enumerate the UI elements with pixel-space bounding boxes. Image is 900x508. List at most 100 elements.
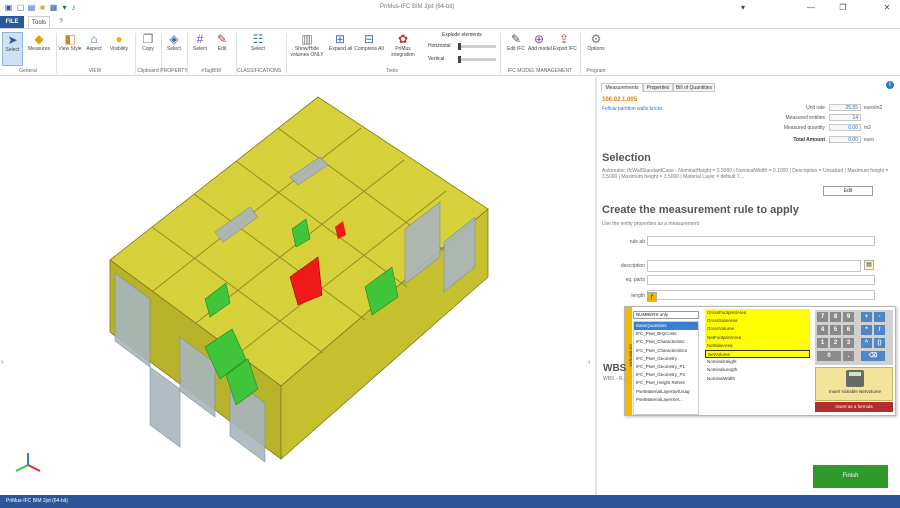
select-button[interactable]: ➤ Select: [2, 32, 23, 66]
add-model-button[interactable]: ⊕ Add model: [528, 32, 552, 66]
tab-help[interactable]: ?: [56, 16, 66, 28]
edit-selection-button[interactable]: Edit: [823, 186, 873, 196]
explode-horizontal-handle[interactable]: [458, 43, 461, 50]
expand-all-button[interactable]: ⊞ Expand all: [329, 32, 352, 66]
key-2[interactable]: 2: [830, 338, 841, 348]
tagbim-edit-button[interactable]: ✎ Edit: [212, 32, 232, 66]
close-button[interactable]: ✕: [880, 2, 894, 14]
model-viewport[interactable]: › ‹: [0, 77, 594, 495]
property-item[interactable]: NetSideArea: [705, 341, 810, 350]
category-item[interactable]: IFC_Pset_Characteristic: [634, 338, 698, 346]
options-button[interactable]: ⚙ Options: [584, 32, 608, 66]
category-item[interactable]: IFC_Pset_BIQCosts: [634, 330, 698, 338]
key-decimal[interactable]: .: [843, 351, 854, 361]
minimize-button[interactable]: —: [804, 2, 818, 14]
formula-edit-icon[interactable]: ƒ: [647, 292, 657, 302]
export-ifc-button[interactable]: ⇪ Export IFC: [553, 32, 577, 66]
classification-icon: ☷: [252, 32, 264, 46]
showhide-volumes-button[interactable]: ▥ Show/Hide volumes ONLY: [288, 32, 326, 66]
tab-file[interactable]: FILE: [0, 16, 24, 28]
key-multiply[interactable]: *: [861, 325, 872, 335]
compress-all-button[interactable]: ⊟ Compress All: [354, 32, 384, 66]
key-4[interactable]: 4: [817, 325, 828, 335]
item-code: 106.02.1.005: [602, 97, 638, 103]
save-icon[interactable]: ▦: [49, 3, 58, 12]
property-select-button[interactable]: ◈ Select: [164, 32, 184, 66]
category-item[interactable]: PsetMaterialLayerSet...: [634, 396, 698, 404]
description-field[interactable]: [647, 260, 861, 272]
right-panel-toggle-icon[interactable]: ‹: [588, 359, 590, 366]
primus-integration-button[interactable]: ✿ PriMus integration: [387, 32, 419, 66]
property-item[interactable]: GrossSideArea: [705, 317, 810, 326]
key-9[interactable]: 9: [843, 312, 854, 322]
category-item[interactable]: IFC_Pset_Characteristics: [634, 347, 698, 355]
category-item[interactable]: IFC_Pset_Height Refere: [634, 379, 698, 387]
category-item[interactable]: IFC_Pset_Geometry: [634, 355, 698, 363]
key-plus[interactable]: +: [861, 312, 872, 322]
equal-parts-field[interactable]: [647, 275, 875, 285]
aspect-button[interactable]: ⌂ Aspect: [83, 32, 105, 66]
description-picker-icon[interactable]: ▤: [864, 260, 874, 270]
key-8[interactable]: 8: [830, 312, 841, 322]
category-filter-select[interactable]: NUMBERS only: [633, 311, 699, 319]
finish-button[interactable]: Finish: [813, 465, 888, 488]
property-item[interactable]: NominalHeight: [705, 358, 810, 366]
explode-horizontal-slider[interactable]: [458, 45, 496, 48]
tagbim-select-button[interactable]: # Select: [190, 32, 210, 66]
category-item[interactable]: BaseQuantities: [634, 322, 698, 331]
measures-button[interactable]: ◆ Measures: [25, 32, 53, 66]
classifications-select-button[interactable]: ☷ Select: [247, 32, 269, 66]
rule-field[interactable]: [647, 236, 875, 246]
info-icon[interactable]: i: [886, 81, 894, 89]
category-list[interactable]: BaseQuantities IFC_Pset_BIQCosts IFC_Pse…: [633, 321, 699, 415]
building-model[interactable]: [0, 77, 594, 495]
insert-variable-button[interactable]: Insert Variable NetVolume: [815, 367, 893, 401]
key-7[interactable]: 7: [817, 312, 828, 322]
variables-strip: VARIABLES: [625, 307, 633, 415]
copy-button[interactable]: ❐ Copy: [138, 32, 158, 66]
group-divider: [56, 33, 57, 73]
key-5[interactable]: 5: [830, 325, 841, 335]
tab-measurements[interactable]: Measurements: [601, 83, 643, 92]
edit-ifc-button[interactable]: ✎ Edit IFC: [506, 32, 526, 66]
calculator-icon: [846, 370, 864, 387]
key-6[interactable]: 6: [843, 325, 854, 335]
key-power[interactable]: ^: [861, 338, 872, 348]
property-item[interactable]: NetFootprintArea: [705, 333, 810, 342]
key-backspace[interactable]: ⌫: [861, 351, 885, 361]
tab-tools[interactable]: Tools: [28, 16, 50, 28]
ribbon-menu-button[interactable]: ▾: [736, 2, 750, 14]
explode-vertical-slider[interactable]: [458, 58, 496, 61]
left-panel-toggle-icon[interactable]: ›: [1, 359, 3, 366]
tab-properties[interactable]: Properties: [643, 83, 673, 92]
restore-button[interactable]: ❐: [836, 2, 850, 14]
property-item-selected[interactable]: NetVolume: [705, 349, 810, 359]
key-3[interactable]: 3: [843, 338, 854, 348]
key-1[interactable]: 1: [817, 338, 828, 348]
unit-rate-value[interactable]: 25.55: [829, 104, 861, 111]
property-item[interactable]: NominalWidth: [705, 375, 810, 383]
open-icon[interactable]: ▤: [27, 3, 36, 12]
insert-formula-button[interactable]: Insert as a formula: [815, 402, 893, 412]
key-minus[interactable]: -: [874, 312, 885, 322]
dropdown-icon[interactable]: ▾: [60, 3, 69, 12]
new-icon[interactable]: ▢: [16, 3, 25, 12]
microphone-icon[interactable]: ♪: [69, 3, 78, 12]
key-parentheses[interactable]: (): [874, 338, 885, 348]
length-field[interactable]: [647, 290, 875, 300]
property-list[interactable]: GrossFootprintArea GrossSideArea GrossVo…: [705, 309, 810, 413]
equal-parts-label: eq. parts: [625, 277, 645, 283]
view-style-button[interactable]: ◧ View Style: [58, 32, 82, 66]
key-divide[interactable]: /: [874, 325, 885, 335]
category-item[interactable]: PsetMaterialLayerSetUsag: [634, 388, 698, 396]
category-item[interactable]: IFC_Pset_Geometry_P1: [634, 363, 698, 371]
category-item[interactable]: IFC_Pset_Geometry_P2: [634, 371, 698, 379]
key-0[interactable]: 0: [817, 351, 841, 361]
property-item[interactable]: GrossFootprintArea: [705, 309, 810, 318]
property-item[interactable]: NominalLength: [705, 366, 810, 374]
explode-vertical-handle[interactable]: [458, 56, 461, 63]
tab-bill-of-quantities[interactable]: Bill of Quantities: [673, 83, 715, 92]
visibility-button[interactable]: ● Visibility: [106, 32, 132, 66]
property-item[interactable]: GrossVolume: [705, 325, 810, 334]
folder-icon[interactable]: ■: [38, 3, 47, 12]
